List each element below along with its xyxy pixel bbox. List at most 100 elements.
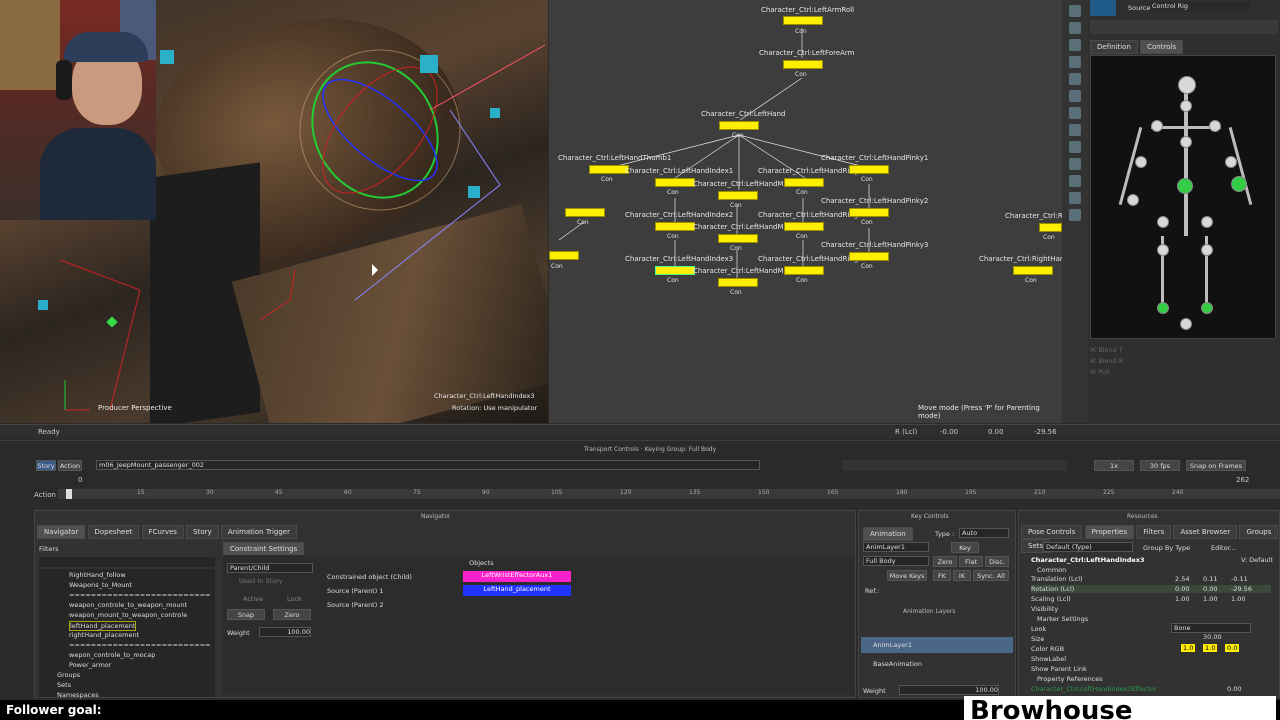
- graph-node[interactable]: [565, 208, 605, 217]
- ik-button[interactable]: IK: [953, 570, 971, 581]
- keying-group-select[interactable]: Full Body: [863, 556, 929, 566]
- tree-item[interactable]: weapon_controle_to_weapon_mount: [69, 601, 187, 609]
- translation-y[interactable]: 0.11: [1203, 575, 1217, 583]
- joint-hip-right[interactable]: [1201, 216, 1213, 228]
- tree-item[interactable]: ==========================: [69, 591, 211, 599]
- weight-field[interactable]: 100.00: [259, 627, 311, 637]
- effector-value[interactable]: 0.00: [1227, 685, 1241, 693]
- default-type-select[interactable]: Default (Type): [1043, 542, 1133, 552]
- tab-properties[interactable]: Properties: [1084, 525, 1135, 539]
- joint-elbow-left[interactable]: [1135, 156, 1147, 168]
- joint-elbow-right[interactable]: [1225, 156, 1237, 168]
- fk-button[interactable]: FK: [933, 570, 951, 581]
- lcl-icon[interactable]: [1069, 22, 1081, 34]
- joint-knee-right[interactable]: [1201, 244, 1213, 256]
- joint-shoulder-left[interactable]: [1151, 120, 1163, 132]
- tree-item[interactable]: Namespaces: [57, 691, 99, 699]
- tab-controls[interactable]: Controls: [1140, 40, 1184, 54]
- relations-graph[interactable]: Character_Ctrl:LeftArmRoll Con Character…: [549, 0, 1062, 423]
- snap-icon[interactable]: [1069, 107, 1081, 119]
- graph-node[interactable]: [783, 60, 823, 69]
- timeline-slider[interactable]: 15 30 45 60 75 90 105 120 135 150 165 18…: [58, 489, 1280, 499]
- zero-key-button[interactable]: Zero: [933, 556, 957, 567]
- color-r[interactable]: 1.0: [1181, 644, 1196, 652]
- character-figure[interactable]: [1090, 55, 1276, 339]
- speed-select[interactable]: 1x: [1094, 460, 1134, 471]
- move-icon[interactable]: [1069, 39, 1081, 51]
- tree-item[interactable]: wepon_controle_to_mocap: [69, 651, 155, 659]
- tree-item[interactable]: Groups: [57, 671, 80, 679]
- light-icon[interactable]: [1069, 175, 1081, 187]
- tab-definition[interactable]: Definition: [1090, 40, 1138, 54]
- fps-select[interactable]: 30 fps: [1140, 460, 1180, 471]
- group-by-type[interactable]: Group By Type: [1143, 544, 1190, 552]
- layer-select[interactable]: AnimLayer1: [863, 542, 929, 552]
- lock-checkbox[interactable]: Lock: [287, 595, 302, 603]
- joint-knee-left[interactable]: [1157, 244, 1169, 256]
- look-select[interactable]: Bone: [1171, 623, 1251, 633]
- grid-icon[interactable]: [1069, 124, 1081, 136]
- graph-node[interactable]: [784, 266, 824, 275]
- translation-z[interactable]: -0.11: [1231, 575, 1248, 583]
- graph-node[interactable]: [719, 121, 759, 130]
- tab-animation-trigger[interactable]: Animation Trigger: [220, 525, 297, 539]
- tree-item[interactable]: ==========================: [69, 641, 211, 649]
- playhead[interactable]: [66, 489, 72, 499]
- active-checkbox[interactable]: Active: [243, 595, 263, 603]
- disc-button[interactable]: Disc.: [985, 556, 1009, 567]
- graph-node[interactable]: [655, 222, 695, 231]
- filters-label[interactable]: Filters: [39, 545, 58, 553]
- graph-node[interactable]: [589, 165, 629, 174]
- sync-all-button[interactable]: Sync. All: [973, 570, 1009, 581]
- editor-button[interactable]: Editor...: [1211, 544, 1236, 552]
- graph-node[interactable]: [783, 16, 823, 25]
- rotation-x[interactable]: 0.00: [1175, 585, 1189, 593]
- camera-icon[interactable]: [1069, 141, 1081, 153]
- rotation-z[interactable]: -29.56: [1231, 585, 1252, 593]
- graph-node[interactable]: [655, 178, 695, 187]
- scaling-y[interactable]: 1.00: [1203, 595, 1217, 603]
- tab-fcurves[interactable]: FCurves: [141, 525, 184, 539]
- snap-select[interactable]: Snap on Frames: [1186, 460, 1246, 471]
- scaling-x[interactable]: 1.00: [1175, 595, 1189, 603]
- graph-node[interactable]: [718, 191, 758, 200]
- anim-layer-row[interactable]: AnimLayer1: [861, 637, 1013, 653]
- graph-node[interactable]: [784, 222, 824, 231]
- color-b[interactable]: 0.0: [1225, 644, 1240, 652]
- joint-wrist-left[interactable]: [1127, 194, 1139, 206]
- tree-item[interactable]: RightHand_follow: [69, 571, 126, 579]
- zero-button[interactable]: Zero: [273, 609, 311, 620]
- color-g[interactable]: 1.0: [1203, 644, 1218, 652]
- source-select[interactable]: Control Rig: [1150, 2, 1250, 12]
- rotate-icon[interactable]: [1069, 56, 1081, 68]
- tab-groups[interactable]: Groups: [1239, 525, 1279, 539]
- size-value[interactable]: 30.00: [1203, 633, 1222, 641]
- joint-spine[interactable]: [1180, 136, 1192, 148]
- graph-node[interactable]: [849, 208, 889, 217]
- type-select[interactable]: Auto: [959, 528, 1009, 538]
- source1-object-slot[interactable]: LeftHand_placement: [463, 585, 571, 596]
- key-button[interactable]: Key: [951, 542, 979, 553]
- joint-shoulder-right[interactable]: [1209, 120, 1221, 132]
- joint-root[interactable]: [1180, 318, 1192, 330]
- joint-ankle-left[interactable]: [1157, 302, 1169, 314]
- tab-navigator[interactable]: Navigator: [37, 525, 86, 539]
- graph-node[interactable]: [549, 251, 579, 260]
- joint-head[interactable]: [1178, 76, 1196, 94]
- graph-node[interactable]: [849, 252, 889, 261]
- used-in-story-checkbox[interactable]: Used In Story: [239, 577, 283, 585]
- navigator-search[interactable]: [39, 557, 215, 567]
- tree-item[interactable]: Power_armor: [69, 661, 111, 669]
- joint-wrist-right[interactable]: [1231, 176, 1247, 192]
- 3d-viewport[interactable]: Producer Perspective Character_Ctrl:Left…: [0, 0, 548, 423]
- tab-constraint-settings[interactable]: Constraint Settings: [223, 542, 305, 556]
- graph-node[interactable]: [655, 266, 695, 275]
- navigator-tree[interactable]: RightHand_follow Weapons_to_Mount ======…: [39, 569, 215, 699]
- graph-node[interactable]: [784, 178, 824, 187]
- tree-item[interactable]: rightHand_placement: [69, 631, 139, 639]
- tab-filters[interactable]: Filters: [1136, 525, 1172, 539]
- tab-asset-browser[interactable]: Asset Browser: [1173, 525, 1238, 539]
- arrow-select-icon[interactable]: [1069, 5, 1081, 17]
- joint-ankle-right[interactable]: [1201, 302, 1213, 314]
- story-button[interactable]: Story: [36, 460, 56, 471]
